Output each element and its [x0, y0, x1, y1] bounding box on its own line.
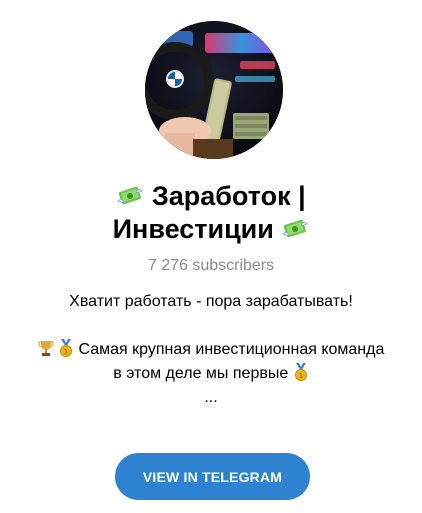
- svg-text:1: 1: [64, 348, 68, 356]
- view-in-telegram-button[interactable]: VIEW IN TELEGRAM: [115, 453, 310, 500]
- description-line-1: Хватит работать - пора зарабатывать!: [69, 293, 353, 310]
- money-with-wings-icon: [282, 219, 309, 238]
- channel-avatar: [145, 21, 283, 159]
- subscriber-count: 7 276 subscribers: [147, 257, 275, 274]
- description-line-3-row: в этом деле мы первые 1: [0, 362, 422, 386]
- channel-title: Заработок | Инвестиции: [0, 180, 422, 246]
- channel-description: Хватит работать - пора зарабатывать! 1 С…: [0, 290, 422, 410]
- channel-title-text-1: Заработок |: [151, 181, 306, 211]
- channel-card: Заработок | Инвестиции 7 276 subscribers…: [0, 0, 422, 513]
- avatar-image: [145, 21, 283, 159]
- money-with-wings-icon: [117, 186, 144, 205]
- description-line-2-row: 1 Самая крупная инвестиционная команда: [0, 338, 422, 362]
- description-ellipsis: ...: [204, 389, 218, 406]
- description-line-2: Самая крупная инвестиционная команда: [78, 341, 385, 358]
- description-blank-line: [0, 314, 422, 338]
- description-line-3: в этом деле мы первые: [113, 365, 289, 382]
- channel-title-line-2: Инвестиции: [0, 213, 422, 246]
- svg-text:1: 1: [298, 372, 302, 380]
- channel-title-line-1: Заработок |: [0, 180, 422, 213]
- medal-icon: 1: [294, 363, 307, 381]
- medal-icon: 1: [60, 339, 73, 357]
- channel-title-text-2: Инвестиции: [112, 214, 274, 244]
- trophy-icon: [38, 341, 54, 356]
